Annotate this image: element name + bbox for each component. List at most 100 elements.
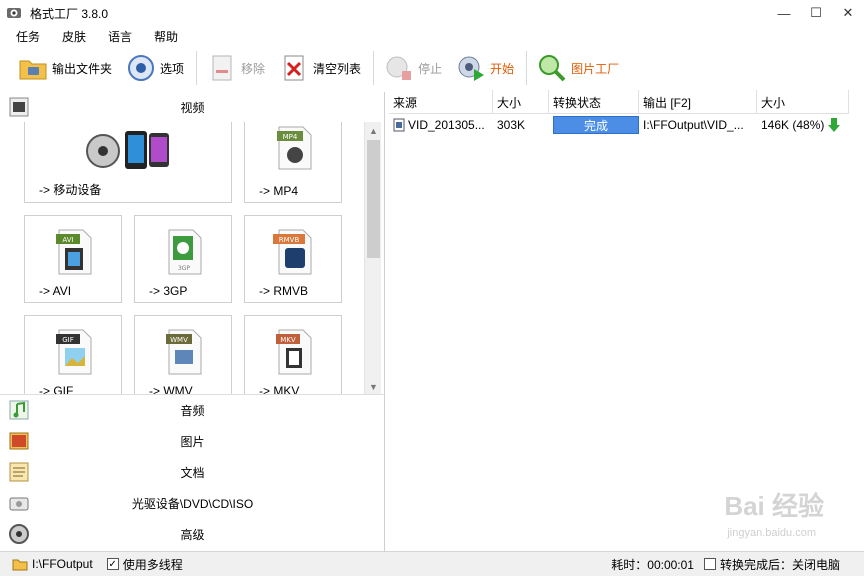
title-bar: 格式工厂 3.8.0 — ☐ ✕ bbox=[0, 0, 864, 26]
menu-bar: 任务 皮肤 语言 帮助 bbox=[0, 26, 864, 46]
after-convert-checkbox[interactable] bbox=[703, 558, 716, 570]
row-source: VID_201305... bbox=[408, 118, 485, 132]
status-badge: 完成 bbox=[553, 116, 639, 134]
mp4-file-icon: MP4 bbox=[277, 126, 312, 170]
video-file-icon bbox=[393, 118, 405, 132]
3gp-file-icon: 3GP bbox=[168, 229, 202, 275]
menu-skin[interactable]: 皮肤 bbox=[58, 28, 90, 45]
watermark-logo: Bai 经验 bbox=[724, 491, 824, 521]
gear-icon bbox=[128, 55, 155, 81]
down-arrow-icon bbox=[828, 118, 841, 132]
disc-drive-icon bbox=[9, 497, 29, 511]
start-button[interactable]: 开始 bbox=[452, 50, 518, 86]
category-audio[interactable]: 音频 bbox=[0, 395, 385, 425]
film-icon bbox=[9, 97, 29, 117]
output-path-item[interactable]: I:\FFOutput bbox=[12, 557, 93, 571]
picture-factory-button[interactable]: 图片工厂 bbox=[533, 50, 623, 86]
remove-icon bbox=[212, 55, 232, 81]
options-button[interactable]: 选项 bbox=[122, 50, 188, 86]
avi-badge-text: AVI bbox=[62, 236, 73, 244]
column-output[interactable]: 输出 [F2] bbox=[639, 90, 757, 114]
picture-icon bbox=[9, 432, 29, 450]
wmv-badge-text: WMV bbox=[170, 336, 188, 344]
row-size: 303K bbox=[497, 118, 526, 132]
output-folder-button[interactable]: 输出文件夹 bbox=[14, 50, 116, 86]
rmvb-file-icon: RMVB bbox=[273, 229, 312, 275]
category-picture[interactable]: 图片 bbox=[0, 426, 385, 456]
row-source-cell: VID_201305... bbox=[389, 114, 493, 136]
output-path: I:\FFOutput bbox=[32, 557, 93, 571]
column-source[interactable]: 来源 bbox=[389, 90, 493, 114]
format-grid-scrollbar[interactable]: ▲ ▼ bbox=[364, 122, 382, 394]
scroll-thumb[interactable] bbox=[367, 140, 380, 258]
advanced-icon bbox=[9, 524, 29, 544]
stop-button[interactable]: 停止 bbox=[380, 50, 446, 86]
mkv-badge-text: MKV bbox=[280, 336, 296, 344]
format-tile-avi[interactable]: AVI -> AVI bbox=[24, 215, 122, 303]
row-status-cell: 完成 bbox=[549, 114, 639, 136]
column-output-size[interactable]: 大小 bbox=[757, 90, 849, 114]
format-tile-rmvb[interactable]: RMVB -> RMVB bbox=[244, 215, 342, 303]
category-video[interactable]: 视频 bbox=[0, 92, 385, 122]
3gp-badge-text: 3GP bbox=[178, 265, 190, 272]
format-grid: -> 移动设备 MP4 -> MP4 AVI -> AVI 3GP -> 3GP… bbox=[0, 122, 385, 395]
menu-help[interactable]: 帮助 bbox=[150, 28, 182, 45]
stop-icon bbox=[386, 56, 412, 80]
minimize-button[interactable]: — bbox=[768, 0, 800, 26]
wmv-file-icon: WMV bbox=[166, 329, 202, 375]
category-advanced[interactable]: 高级 bbox=[0, 519, 385, 549]
toolbar: 输出文件夹 选项 移除 清空列表 停止 开始 图片工厂 bbox=[0, 47, 864, 89]
scroll-down-icon[interactable]: ▼ bbox=[365, 378, 382, 394]
row-output: I:\FFOutput\VID_... bbox=[643, 118, 744, 132]
clear-list-icon bbox=[284, 55, 304, 81]
mobile-device-icon bbox=[86, 131, 169, 169]
gif-file-icon: GIF bbox=[56, 329, 92, 375]
document-icon bbox=[9, 462, 29, 482]
toolbar-separator bbox=[526, 51, 528, 85]
close-button[interactable]: ✕ bbox=[832, 0, 864, 26]
elapsed-time: 耗时：00:00:01 bbox=[611, 557, 694, 572]
gif-badge-text: GIF bbox=[62, 336, 74, 344]
task-list-panel: 来源 大小 转换状态 输出 [F2] 大小 VID_201305... 303K… bbox=[389, 90, 864, 551]
column-status[interactable]: 转换状态 bbox=[549, 90, 639, 114]
multithread-label: 使用多线程 bbox=[122, 557, 183, 572]
format-tile-gif[interactable]: GIF -> GIF bbox=[24, 315, 122, 394]
start-icon bbox=[458, 56, 485, 81]
table-row[interactable]: VID_201305... 303K 完成 I:\FFOutput\VID_..… bbox=[389, 114, 849, 136]
menu-task[interactable]: 任务 bbox=[12, 28, 44, 45]
after-convert-option[interactable]: 转换完成后：关闭电脑 bbox=[703, 556, 840, 573]
folder-icon bbox=[12, 559, 28, 571]
maximize-button[interactable]: ☐ bbox=[800, 0, 832, 26]
format-tile-mobile[interactable]: -> 移动设备 bbox=[24, 122, 232, 203]
format-tile-mkv[interactable]: MKV -> MKV bbox=[244, 315, 342, 394]
row-output-size-cell: 146K (48%) bbox=[757, 114, 849, 136]
remove-button[interactable]: 移除 bbox=[203, 50, 269, 86]
category-panel: 视频 -> 移动设备 MP4 -> MP4 AVI -> AVI 3GP -> … bbox=[0, 92, 385, 551]
category-document[interactable]: 文档 bbox=[0, 457, 385, 487]
folder-icon bbox=[19, 60, 47, 80]
mp4-badge-text: MP4 bbox=[283, 133, 298, 141]
multithread-checkbox[interactable]: ✓ bbox=[106, 558, 119, 570]
scroll-up-icon[interactable]: ▲ bbox=[365, 122, 382, 139]
status-bar: I:\FFOutput ✓ 使用多线程 耗时：00:00:01 转换完成后：关闭… bbox=[0, 551, 864, 576]
avi-file-icon: AVI bbox=[56, 229, 92, 275]
format-tile-mp4[interactable]: MP4 -> MP4 bbox=[244, 122, 342, 203]
task-list-header: 来源 大小 转换状态 输出 [F2] 大小 bbox=[389, 90, 849, 114]
format-tile-wmv[interactable]: WMV -> WMV bbox=[134, 315, 232, 394]
row-output-size: 146K (48%) bbox=[761, 118, 825, 132]
clear-list-button[interactable]: 清空列表 bbox=[275, 50, 365, 86]
music-note-icon bbox=[9, 400, 29, 420]
after-convert-label: 转换完成后：关闭电脑 bbox=[719, 557, 840, 572]
column-size[interactable]: 大小 bbox=[493, 90, 549, 114]
category-disc[interactable]: 光驱设备\DVD\CD\ISO bbox=[0, 488, 385, 518]
window-title: 格式工厂 3.8.0 bbox=[30, 6, 109, 21]
app-icon bbox=[7, 8, 21, 18]
multithread-option[interactable]: ✓ 使用多线程 bbox=[106, 556, 183, 573]
toolbar-separator bbox=[196, 51, 198, 85]
magnifier-icon bbox=[539, 55, 566, 82]
mkv-file-icon: MKV bbox=[276, 329, 312, 375]
format-tile-3gp[interactable]: 3GP -> 3GP bbox=[134, 215, 232, 303]
toolbar-separator bbox=[373, 51, 375, 85]
menu-language[interactable]: 语言 bbox=[104, 28, 136, 45]
watermark-url: jingyan.baidu.com bbox=[727, 527, 816, 539]
